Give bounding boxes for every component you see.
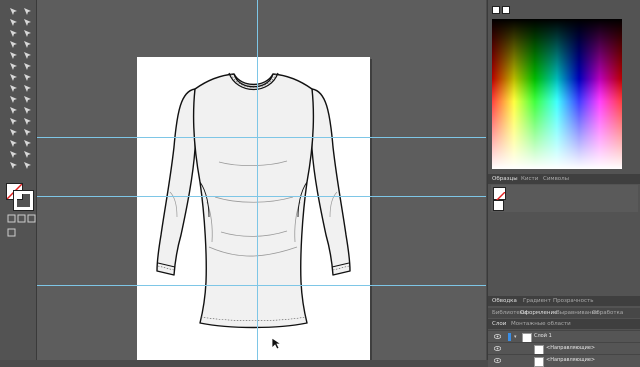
- tab-artboards[interactable]: Монтажные области: [511, 321, 571, 327]
- stroke-swatch[interactable]: [13, 190, 34, 211]
- appearance-tabbar: Обводка Градиент Прозрачность: [488, 296, 640, 306]
- sublayer-name[interactable]: <Направляющие>: [546, 357, 595, 363]
- width-icon[interactable]: [8, 94, 19, 105]
- paintbrush-icon[interactable]: [22, 50, 33, 61]
- tab-swatches[interactable]: Образцы: [492, 176, 518, 182]
- slice-icon[interactable]: [22, 149, 33, 160]
- shirt-illustration[interactable]: [137, 57, 370, 360]
- sublayer-thumbnail: [534, 357, 544, 367]
- visibility-eye-icon[interactable]: [494, 358, 501, 363]
- color-spectrum[interactable]: [492, 19, 622, 169]
- swatch-none[interactable]: [493, 187, 506, 204]
- library-tabbar: Библиотеки Оформление Выравнивание Обраб…: [488, 308, 640, 318]
- pen-icon[interactable]: [8, 28, 19, 39]
- tab-layers[interactable]: Слои: [492, 321, 506, 327]
- magic-wand-icon[interactable]: [8, 17, 19, 28]
- curvature-icon[interactable]: [22, 28, 33, 39]
- layers-tabbar: Слои Монтажные области: [488, 319, 640, 329]
- pencil-icon[interactable]: [22, 61, 33, 72]
- swatch-white[interactable]: [493, 200, 504, 211]
- fill-stroke-swatches[interactable]: [6, 183, 34, 211]
- shaper-icon[interactable]: [8, 61, 19, 72]
- perspective-icon[interactable]: [22, 105, 33, 116]
- layer-color-indicator: [508, 333, 511, 341]
- tab-pathfinder[interactable]: Обработка: [592, 310, 623, 316]
- type-icon[interactable]: [8, 39, 19, 50]
- blend-icon[interactable]: [22, 127, 33, 138]
- tab-stroke[interactable]: Обводка: [492, 298, 517, 304]
- line-icon[interactable]: [22, 39, 33, 50]
- right-panel-dock: Образцы Кисти Символы Обводка Градиент П…: [487, 0, 640, 367]
- horizontal-guide[interactable]: [37, 285, 486, 286]
- warp-icon[interactable]: [22, 83, 33, 94]
- scale-icon[interactable]: [8, 83, 19, 94]
- tab-gradient[interactable]: Градиент: [523, 298, 551, 304]
- swatches-list: [491, 185, 638, 212]
- rectangle-icon[interactable]: [8, 50, 19, 61]
- sublayer-row[interactable]: <Направляющие>: [488, 354, 640, 367]
- fill-swatch-small[interactable]: [492, 6, 500, 14]
- mesh-icon[interactable]: [8, 116, 19, 127]
- mouse-cursor-icon: [272, 338, 282, 350]
- lasso-icon[interactable]: [22, 17, 33, 28]
- hand-icon[interactable]: [8, 160, 19, 171]
- column-graph-icon[interactable]: [22, 138, 33, 149]
- free-transform-icon[interactable]: [22, 94, 33, 105]
- artboard[interactable]: [137, 57, 370, 360]
- visibility-eye-icon[interactable]: [494, 346, 501, 351]
- draw-inside-icon[interactable]: [26, 213, 37, 224]
- eraser-icon[interactable]: [8, 72, 19, 83]
- tools-panel: [0, 0, 37, 360]
- screen-mode-icon[interactable]: [6, 227, 17, 238]
- tab-appearance[interactable]: Оформление: [520, 310, 558, 316]
- document-canvas[interactable]: [37, 0, 486, 360]
- tab-transparency[interactable]: Прозрачность: [553, 298, 593, 304]
- vertical-guide[interactable]: [257, 0, 258, 360]
- shape-builder-icon[interactable]: [8, 105, 19, 116]
- selection-icon[interactable]: [8, 6, 19, 17]
- sublayer-name[interactable]: <Направляющие>: [546, 345, 595, 351]
- tab-brushes[interactable]: Кисти: [521, 176, 538, 182]
- layer-name[interactable]: Слой 1: [534, 333, 552, 339]
- gradient-icon[interactable]: [22, 116, 33, 127]
- rotate-icon[interactable]: [22, 72, 33, 83]
- swatches-tabbar: Образцы Кисти Символы: [488, 174, 640, 184]
- horizontal-guide[interactable]: [37, 196, 486, 197]
- direct-selection-icon[interactable]: [22, 6, 33, 17]
- white-swatch[interactable]: [502, 6, 510, 14]
- expand-arrow-icon[interactable]: ▾: [514, 334, 517, 340]
- symbol-sprayer-icon[interactable]: [8, 138, 19, 149]
- eyedropper-icon[interactable]: [8, 127, 19, 138]
- zoom-icon[interactable]: [22, 160, 33, 171]
- visibility-eye-icon[interactable]: [494, 334, 501, 339]
- horizontal-guide[interactable]: [37, 137, 486, 138]
- tab-symbols[interactable]: Символы: [543, 176, 569, 182]
- artboard-icon[interactable]: [8, 149, 19, 160]
